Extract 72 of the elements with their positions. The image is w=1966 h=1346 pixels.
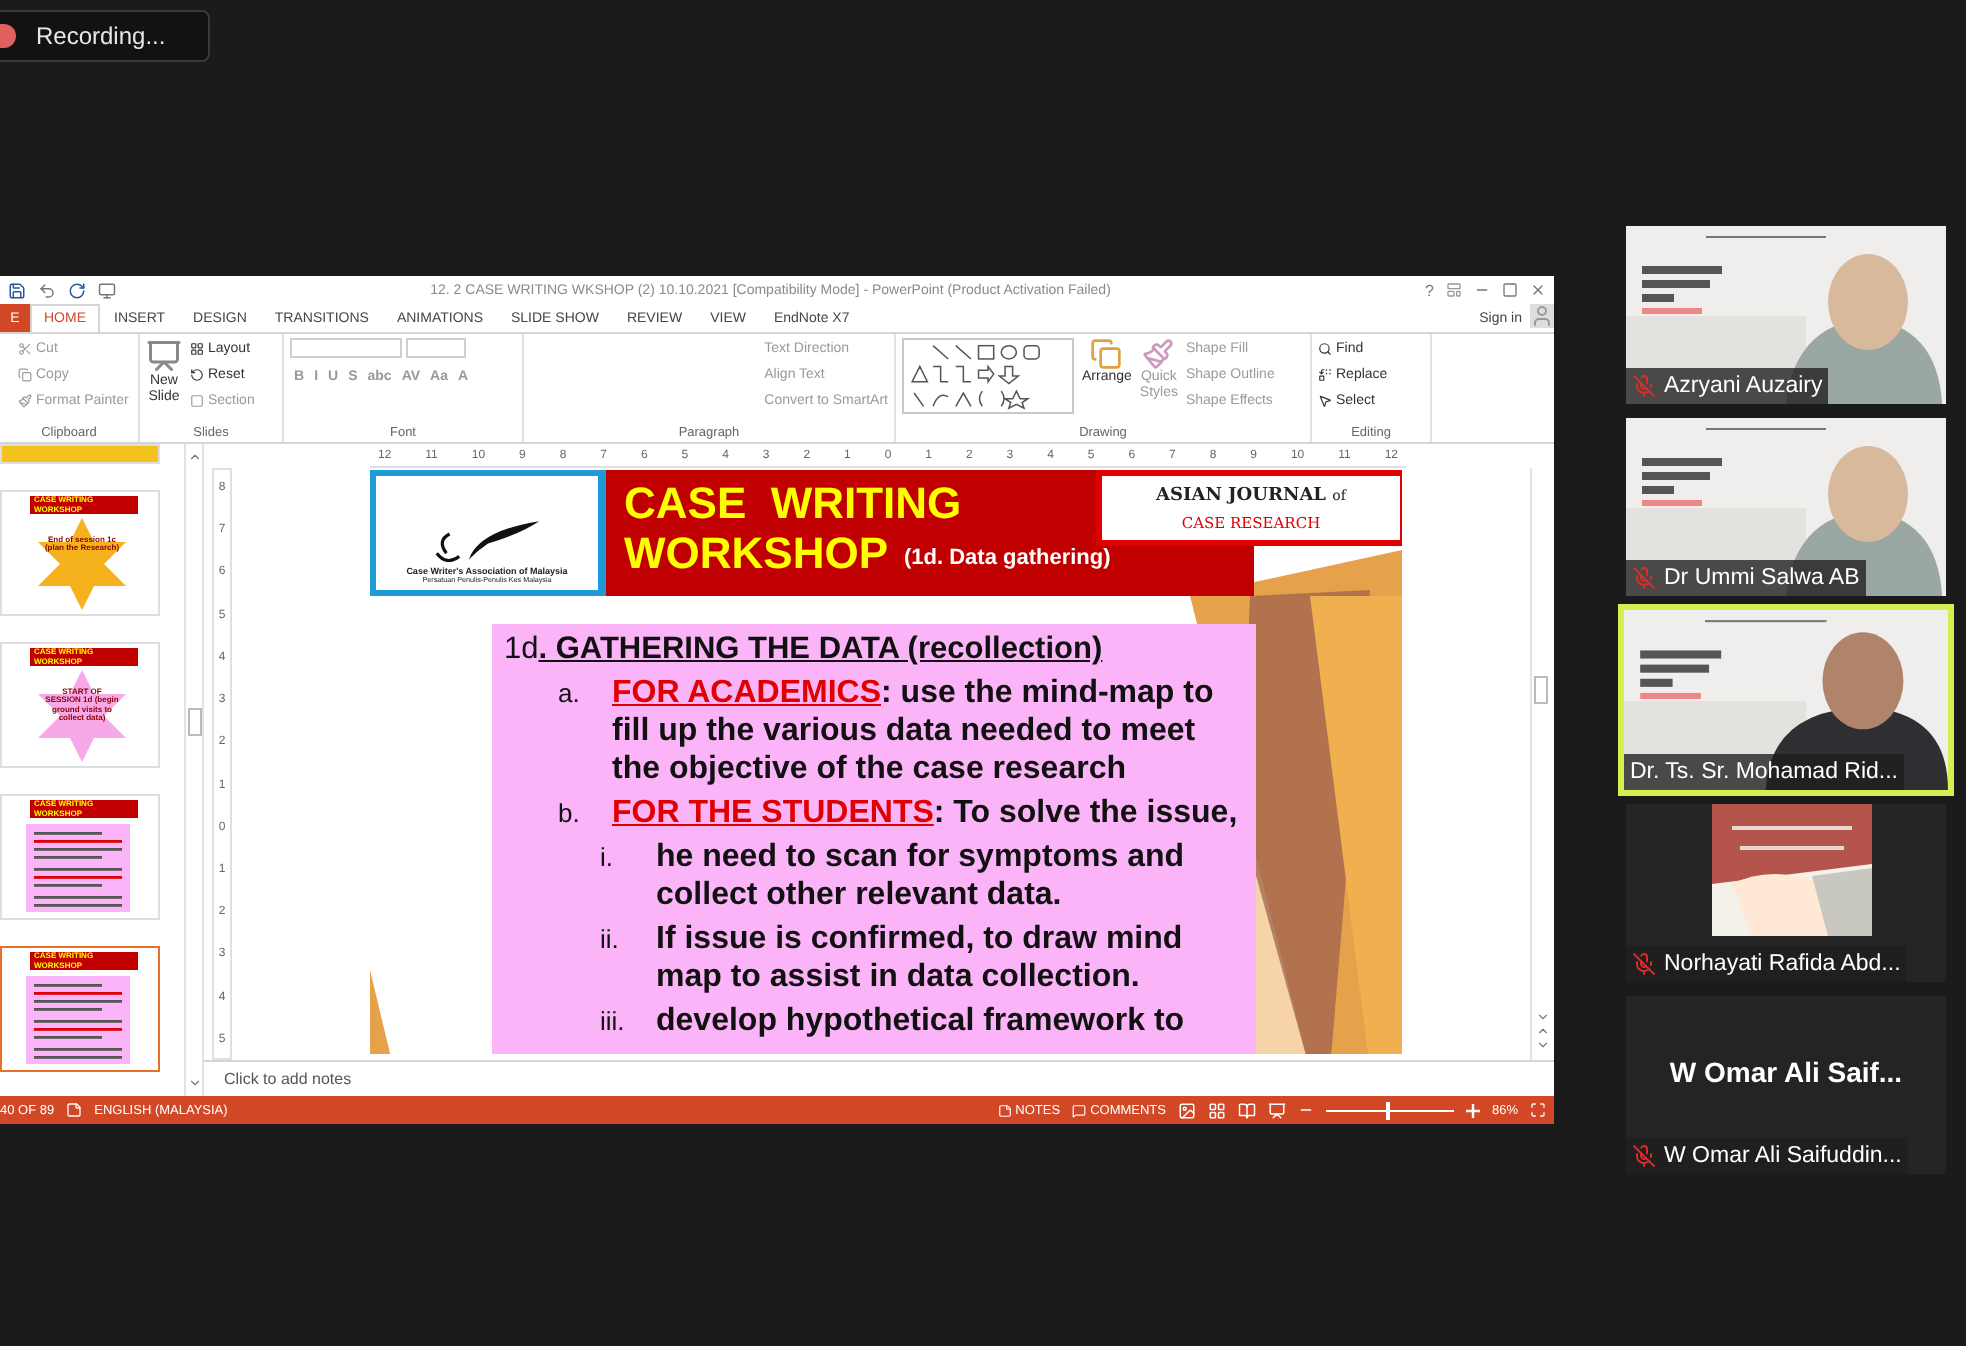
- video-tile[interactable]: Dr. Ts. Sr. Mohamad Rid...: [1618, 604, 1954, 796]
- redo-icon: [68, 281, 86, 299]
- slide-text-drawing: [26, 976, 130, 1064]
- monitor-icon: [98, 281, 116, 299]
- list-marker: ii.: [600, 922, 621, 958]
- save-icon: [8, 281, 26, 299]
- slide-thumbnail[interactable]: [0, 444, 160, 464]
- participant-name: Azryani Auzairy: [1664, 374, 1823, 398]
- font-name-field[interactable]: [290, 338, 402, 358]
- maximize-icon[interactable]: [1502, 282, 1518, 298]
- participant-name: Dr. Ts. Sr. Mohamad Rid...: [1630, 760, 1899, 784]
- layout-icon: [190, 342, 204, 356]
- slide-subtitle: (1d. Data gathering): [904, 546, 1111, 574]
- reset-icon: [190, 368, 204, 382]
- notes-field[interactable]: Click to add notes: [224, 1070, 352, 1088]
- record-icon: [0, 24, 16, 48]
- slide-title: CASE WRITING: [624, 478, 962, 528]
- scrollbar[interactable]: [184, 444, 204, 1096]
- scroll-down-icon: [187, 1076, 201, 1090]
- scroll-thumb: [1534, 676, 1548, 704]
- participant-name: Dr Ummi Salwa AB: [1664, 566, 1860, 590]
- section-icon: [190, 394, 204, 408]
- scroll-down-icon: [1536, 1010, 1550, 1024]
- list-item-text: If issue is confirmed, to draw mind map to assist in data collection.: [656, 920, 1185, 996]
- slide-icon: [146, 338, 182, 374]
- search-icon: [1318, 342, 1332, 356]
- zoom-in-icon[interactable]: [1465, 1103, 1480, 1117]
- comment-icon: [1072, 1103, 1087, 1117]
- slideshow-icon[interactable]: [1267, 1101, 1286, 1119]
- list-marker: a.: [558, 676, 582, 712]
- reading-view-icon[interactable]: [1237, 1101, 1256, 1119]
- list-marker: b.: [558, 796, 582, 832]
- list-item-text: develop hypothetical framework to: [656, 1002, 1187, 1040]
- scroll-thumb: [188, 708, 202, 736]
- participant-name: W Omar Ali Saifuddin...: [1664, 1144, 1902, 1168]
- participant-display-name: W Omar Ali Saif...: [1669, 1055, 1903, 1087]
- list-marker: i.: [600, 840, 615, 876]
- notes-icon: [997, 1103, 1012, 1117]
- content-heading: 1d. GATHERING THE DATA (recollection): [504, 630, 1105, 668]
- video-tile[interactable]: W Omar Ali Saif... W Omar Ali Saifuddin...: [1626, 996, 1946, 1174]
- slide-title: WORKSHOP: [624, 528, 888, 578]
- shapes-gallery[interactable]: [902, 338, 1074, 414]
- list-marker: iii.: [600, 1004, 627, 1040]
- user-icon: [1530, 304, 1554, 328]
- next-slide-icon: [1536, 1038, 1550, 1052]
- copy-icon: [18, 368, 32, 382]
- arrange-icon: [1090, 338, 1123, 370]
- help-button[interactable]: ?: [1425, 281, 1434, 299]
- recording-label: Recording...: [36, 22, 166, 50]
- undo-icon: [38, 281, 56, 299]
- video-tile[interactable]: Norhayati Rafida Abd...: [1626, 804, 1946, 982]
- previous-slide-icon: [1536, 1024, 1550, 1038]
- fit-icon[interactable]: [1530, 1102, 1546, 1118]
- ribbon-options-icon[interactable]: [1446, 282, 1462, 298]
- font-size-field[interactable]: [406, 338, 466, 358]
- close-icon[interactable]: [1530, 282, 1546, 298]
- participant-name: Norhayati Rafida Abd...: [1664, 952, 1901, 976]
- list-item-text: FOR THE STUDENTS: To solve the issue,: [612, 794, 1240, 832]
- list-item-text: he need to scan for symptoms and collect other relevant data.: [656, 838, 1187, 914]
- paintbrush-icon: [1142, 338, 1175, 370]
- pointer-icon: [1318, 394, 1332, 408]
- star-drawing: [38, 670, 126, 762]
- recording-indicator[interactable]: Recording...: [0, 10, 210, 62]
- slide-text-drawing: [26, 824, 130, 912]
- scroll-up-icon: [187, 450, 201, 464]
- scrollbar[interactable]: [1530, 468, 1554, 1060]
- scissors-icon: [18, 342, 32, 356]
- sorter-view-icon[interactable]: [1207, 1101, 1226, 1119]
- paintbrush-icon: [18, 394, 32, 408]
- list-item-text: FOR ACADEMICS: use the mind-map to fill up the various data needed to meet the objective of the case research: [612, 674, 1216, 788]
- normal-view-icon[interactable]: [1177, 1101, 1196, 1119]
- star-drawing: [38, 518, 126, 610]
